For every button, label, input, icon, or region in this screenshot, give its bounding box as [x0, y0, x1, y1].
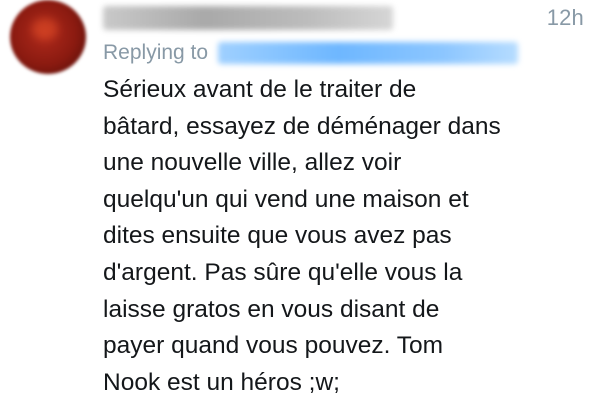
author-name-redacted[interactable] [103, 6, 393, 30]
tweet-text-line: bâtard, essayez de déménager dans [103, 112, 501, 140]
tweet-text-line: Sérieux avant de le traiter de [103, 76, 417, 103]
tweet-text-line: payer quand vous pouvez. Tom [103, 332, 444, 360]
tweet-text-line: une nouvelle ville, allez voir [103, 149, 402, 177]
tweet-timestamp[interactable]: 12h [547, 5, 584, 31]
reply-handle-redacted[interactable] [218, 42, 519, 64]
tweet-text-line: laisse gratos en vous disant de [103, 295, 440, 323]
tweet-text-line: Nook est un héros ;w; [103, 368, 340, 396]
tweet-card: 12h Replying to Sérieux avant de le trai… [0, 0, 600, 400]
tweet-text: Sérieux avant de le traiter de bâtard, e… [103, 72, 583, 400]
avatar[interactable] [10, 0, 86, 74]
tweet-text-line: dites ensuite que vous avez pas [103, 222, 452, 250]
tweet-text-line: quelqu'un qui vend une maison et [103, 185, 469, 213]
replying-to-label: Replying to [103, 41, 209, 64]
tweet-text-line: d'argent. Pas sûre qu'elle vous la [103, 258, 463, 286]
replying-to-line: Replying to [103, 40, 519, 66]
